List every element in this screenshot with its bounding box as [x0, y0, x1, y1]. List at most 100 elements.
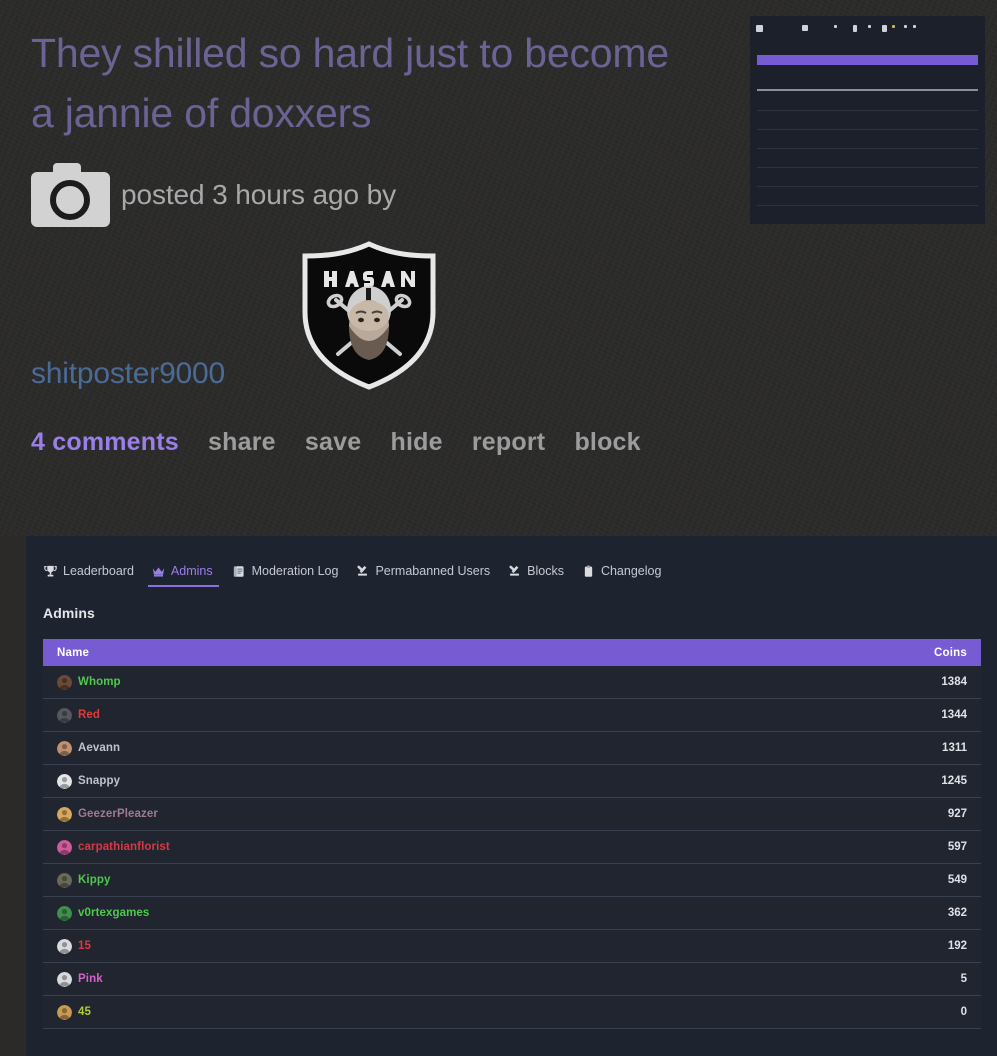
tab-label: Admins: [170, 564, 213, 578]
post-meta-row: posted 3 hours ago by: [31, 163, 396, 227]
page-title: Admins: [43, 605, 95, 621]
cell-coins: 1311: [942, 742, 967, 754]
user-name-link[interactable]: Aevann: [78, 742, 120, 754]
gavel-icon: [356, 565, 369, 578]
user-name-link[interactable]: 45: [78, 1006, 91, 1018]
user-avatar[interactable]: [57, 938, 72, 954]
avatar[interactable]: [296, 240, 442, 390]
post-container: They shilled so hard just to become a ja…: [0, 0, 997, 536]
user-avatar[interactable]: [57, 971, 72, 987]
post-author-link[interactable]: shitposter9000: [31, 357, 225, 391]
user-avatar[interactable]: [57, 806, 72, 822]
user-avatar[interactable]: [57, 1004, 72, 1020]
cell-name: Kippy: [57, 872, 948, 888]
save-link[interactable]: save: [305, 418, 361, 466]
cell-name: 15: [57, 938, 948, 954]
cell-coins: 597: [947, 841, 967, 853]
report-link[interactable]: report: [472, 418, 545, 466]
tab-label: Blocks: [527, 564, 564, 578]
user-avatar[interactable]: [57, 905, 72, 921]
table-row[interactable]: Red 1344: [43, 699, 981, 732]
block-link[interactable]: block: [574, 418, 640, 466]
cell-coins: 549: [947, 874, 967, 886]
cell-name: GeezerPleazer: [57, 806, 948, 822]
cell-coins: 192: [947, 940, 967, 952]
thumbnail-tabbar: [756, 22, 976, 34]
post-thumbnail[interactable]: [750, 16, 985, 224]
clipboard-icon: [582, 564, 595, 578]
cell-name: Whomp: [57, 674, 941, 690]
thumbnail-row: [757, 205, 978, 206]
thumbnail-row: [757, 167, 978, 168]
trophy-icon: [44, 565, 57, 578]
table-body: Whomp 1384 Red 1344 Aevann 1311 Snappy 1245 Geez…: [43, 666, 981, 1029]
user-name-link[interactable]: v0rtexgames: [78, 907, 149, 919]
user-name-link[interactable]: Kippy: [78, 874, 110, 886]
user-name-link[interactable]: carpathianflorist: [78, 841, 170, 853]
cell-name: Aevann: [57, 740, 942, 756]
user-avatar[interactable]: [57, 707, 72, 723]
user-avatar[interactable]: [57, 674, 72, 690]
user-name-link[interactable]: 15: [78, 940, 91, 952]
tab-blocks[interactable]: Blocks: [504, 564, 578, 587]
admins-table: Name Coins Whomp 1384 Red 1344 Aevann 1311 Sna…: [43, 639, 981, 1029]
table-row[interactable]: Pink 5: [43, 963, 981, 996]
cell-coins: 1384: [941, 676, 967, 688]
thumbnail-divider: [757, 89, 978, 91]
cell-name: Snappy: [57, 773, 941, 789]
tab-permabanned-users[interactable]: Permabanned Users: [352, 564, 504, 587]
table-row[interactable]: Whomp 1384: [43, 666, 981, 699]
cell-name: carpathianflorist: [57, 839, 948, 855]
tab-changelog[interactable]: Changelog: [578, 564, 675, 587]
hide-link[interactable]: hide: [391, 418, 443, 466]
table-header-row: Name Coins: [43, 639, 981, 666]
thumbnail-row: [757, 148, 978, 149]
tab-label: Permabanned Users: [375, 564, 491, 578]
cell-coins: 1344: [941, 709, 967, 721]
cell-coins: 1245: [941, 775, 967, 787]
user-name-link[interactable]: Red: [78, 709, 100, 721]
comments-link[interactable]: 4 comments: [31, 418, 179, 466]
table-row[interactable]: Kippy 549: [43, 864, 981, 897]
user-avatar[interactable]: [57, 740, 72, 756]
admin-panel: Leaderboard Admins Moderation Log Permab…: [26, 536, 997, 1056]
user-avatar[interactable]: [57, 839, 72, 855]
table-row[interactable]: v0rtexgames 362: [43, 897, 981, 930]
cell-name: Pink: [57, 971, 961, 987]
table-row[interactable]: Snappy 1245: [43, 765, 981, 798]
cell-name: 45: [57, 1004, 961, 1020]
table-row[interactable]: 15 192: [43, 930, 981, 963]
scroll-icon: [233, 565, 246, 578]
column-header-name[interactable]: Name: [57, 647, 934, 659]
tab-leaderboard[interactable]: Leaderboard: [40, 564, 148, 587]
thumbnail-header-bar: [757, 55, 978, 65]
cell-name: Red: [57, 707, 941, 723]
user-avatar[interactable]: [57, 773, 72, 789]
cell-name: v0rtexgames: [57, 905, 948, 921]
table-row[interactable]: carpathianflorist 597: [43, 831, 981, 864]
panel-tabbar: Leaderboard Admins Moderation Log Permab…: [40, 564, 675, 587]
thumbnail-row: [757, 186, 978, 187]
column-header-coins[interactable]: Coins: [934, 647, 967, 659]
share-link[interactable]: share: [208, 418, 276, 466]
cell-coins: 927: [947, 808, 967, 820]
user-name-link[interactable]: Snappy: [78, 775, 120, 787]
user-name-link[interactable]: GeezerPleazer: [78, 808, 158, 820]
user-name-link[interactable]: Pink: [78, 973, 103, 985]
crown-icon: [152, 565, 165, 578]
tab-moderation-log[interactable]: Moderation Log: [229, 564, 353, 587]
user-name-link[interactable]: Whomp: [78, 676, 121, 688]
thumbnail-row: [757, 129, 978, 130]
tab-label: Changelog: [600, 564, 662, 578]
post-title[interactable]: They shilled so hard just to become a ja…: [31, 23, 691, 143]
post-actions: 4 comments share save hide report block: [31, 418, 731, 466]
table-row[interactable]: Aevann 1311: [43, 732, 981, 765]
tab-admins[interactable]: Admins: [147, 564, 229, 587]
camera-icon[interactable]: [31, 163, 110, 227]
tab-label: Leaderboard: [63, 564, 134, 578]
tab-label: Moderation Log: [251, 564, 339, 578]
posted-timestamp: posted 3 hours ago by: [121, 179, 396, 210]
user-avatar[interactable]: [57, 872, 72, 888]
table-row[interactable]: 45 0: [43, 996, 981, 1029]
table-row[interactable]: GeezerPleazer 927: [43, 798, 981, 831]
